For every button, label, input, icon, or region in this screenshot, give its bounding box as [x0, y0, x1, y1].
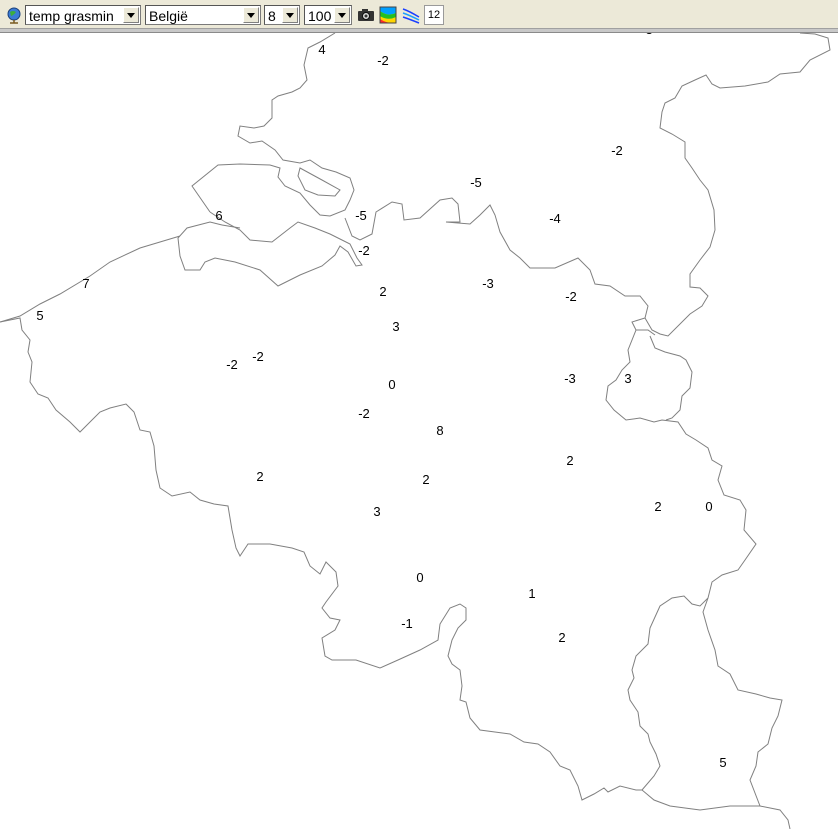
zoom-select-value: 100 — [308, 8, 332, 24]
toolbar: temp grasmin België 8 100 12 — [0, 0, 838, 29]
country-borders — [0, 33, 831, 829]
chevron-down-icon[interactable] — [243, 7, 259, 23]
coastline — [0, 235, 181, 323]
station-temp-label: 3 — [373, 504, 380, 519]
station-temp-label: -2 — [358, 243, 370, 258]
border-antwerp-north — [344, 197, 757, 599]
station-temp-label: 8 — [436, 423, 443, 438]
station-temp-label: -3 — [564, 371, 576, 386]
contour-lines-icon[interactable] — [401, 5, 421, 25]
variable-select-value: temp grasmin — [29, 8, 114, 24]
station-temp-label: -3 — [641, 33, 653, 37]
station-temp-label: -2 — [565, 289, 577, 304]
border-limburg-inner — [636, 329, 656, 336]
border-luxembourg — [627, 595, 791, 829]
variable-select[interactable]: temp grasmin — [25, 5, 141, 25]
station-temp-label: 2 — [379, 284, 386, 299]
map-canvas[interactable]: 4 -2 -3 -2 -5 6 -5 -4 -2 7 2 -3 -2 5 3 -2 -2 0 -3 3 -2 8 2 2 2 3 2… — [0, 33, 838, 829]
station-temp-label: 2 — [256, 469, 263, 484]
station-temp-label: -5 — [470, 175, 482, 190]
station-temp-label: 6 — [215, 208, 222, 223]
station-temp-label: 5 — [36, 308, 43, 323]
chevron-down-icon[interactable] — [334, 7, 350, 23]
temperature-labels: 4 -2 -3 -2 -5 6 -5 -4 -2 7 2 -3 -2 5 3 -2 -2 0 -3 3 -2 8 2 2 2 3 2… — [36, 33, 726, 770]
station-temp-label: -4 — [549, 211, 561, 226]
station-temp-label: 2 — [422, 472, 429, 487]
border-meuse-enclave — [649, 335, 693, 421]
border-zeeland-islands — [297, 167, 341, 197]
station-temp-label: 0 — [388, 377, 395, 392]
border-scheldt-south — [177, 211, 363, 287]
border-france — [0, 317, 642, 801]
station-temp-label: 3 — [392, 319, 399, 334]
globe-icon[interactable] — [4, 5, 24, 25]
station-temp-label: -3 — [482, 276, 494, 291]
station-temp-label: -2 — [377, 53, 389, 68]
border-netherlands-north — [191, 33, 355, 217]
border-luxembourg-east — [702, 597, 783, 807]
station-temp-label: 3 — [624, 371, 631, 386]
station-temp-label: 0 — [416, 570, 423, 585]
station-temp-label: -2 — [611, 143, 623, 158]
station-temp-label: 2 — [654, 499, 661, 514]
zoom-select[interactable]: 100 — [304, 5, 352, 25]
region-select-value: België — [149, 8, 188, 24]
station-temp-label: -5 — [355, 208, 367, 223]
color-map-icon[interactable] — [378, 5, 398, 25]
station-temp-label: 1 — [528, 586, 535, 601]
hour-select[interactable]: 8 — [264, 5, 300, 25]
station-temp-label: -1 — [401, 616, 413, 631]
station-temp-label: 7 — [82, 276, 89, 291]
station-temp-label: 2 — [566, 453, 573, 468]
station-temp-label: -2 — [358, 406, 370, 421]
station-temp-label: -2 — [226, 357, 238, 372]
chevron-down-icon[interactable] — [123, 7, 139, 23]
camera-icon[interactable] — [356, 5, 376, 25]
station-temp-label: 2 — [558, 630, 565, 645]
region-select[interactable]: België — [145, 5, 261, 25]
border-netherlands-limburg — [644, 33, 831, 337]
station-temp-label: 4 — [318, 42, 325, 57]
chevron-down-icon[interactable] — [282, 7, 298, 23]
station-temp-label: -2 — [252, 349, 264, 364]
count-chip[interactable]: 12 — [424, 5, 444, 25]
hour-select-value: 8 — [268, 8, 276, 24]
station-temp-label: 0 — [705, 499, 712, 514]
station-temp-label: 5 — [719, 755, 726, 770]
